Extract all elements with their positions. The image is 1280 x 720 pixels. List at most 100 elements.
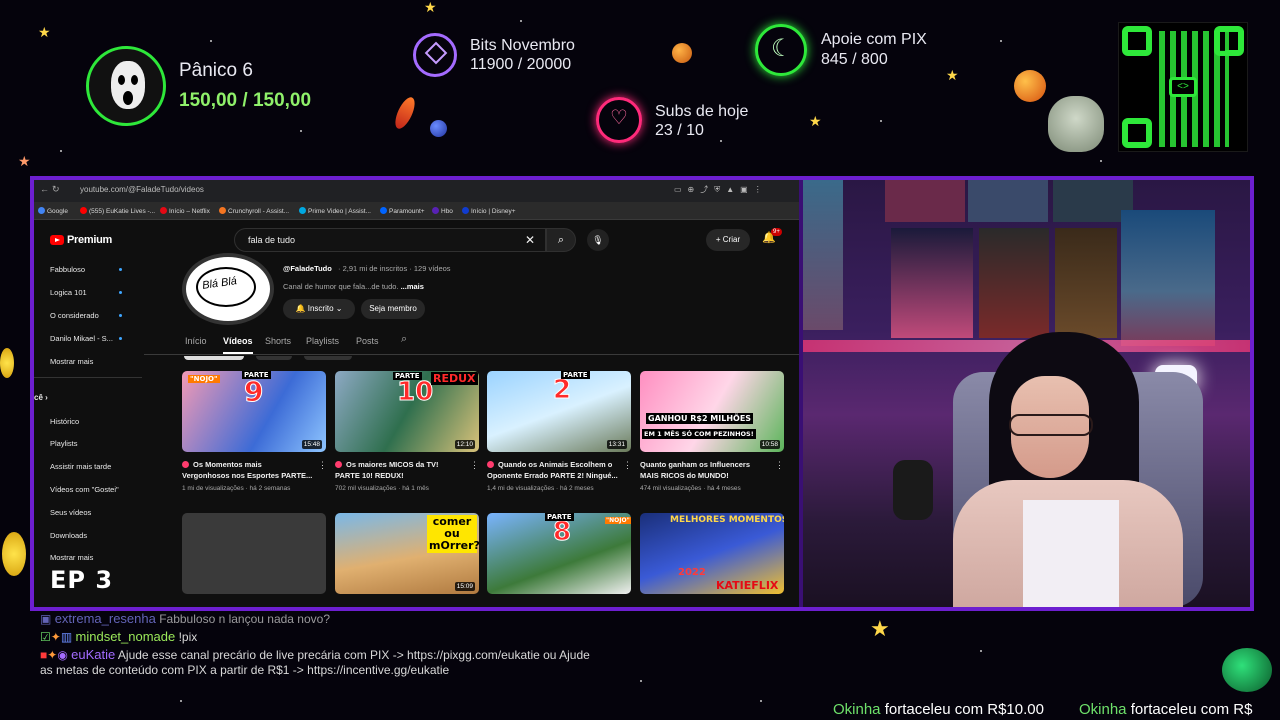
video-thumbnail[interactable]: GANHOU R$2 MILHÕES EM 1 MÊS SÓ COM PEZIN…	[640, 371, 784, 452]
create-button[interactable]: + Criar	[706, 229, 750, 251]
browser-window: ← ↻ youtube.com/@FaladeTudo/videos ▭⊕⤴⛨▲…	[34, 180, 799, 607]
sidebar-item-sub[interactable]: Danilo Mikael - S...	[50, 334, 113, 343]
more-icon[interactable]: ⋮	[470, 460, 479, 471]
subscribed-button[interactable]: 🔔 Inscrito ⌄	[283, 299, 355, 319]
sidebar-item-history[interactable]: Histórico	[50, 417, 79, 426]
bookmark-item[interactable]: Paramount+	[380, 207, 425, 215]
episode-label: EP 3	[50, 566, 114, 594]
bookmark-item[interactable]: Google	[38, 207, 68, 215]
reload-icon[interactable]: ↻	[52, 184, 60, 195]
bookmark-item[interactable]: Prime Video | Assist...	[299, 207, 371, 215]
channel-handle: @FaladeTudo	[283, 264, 332, 273]
join-button[interactable]: Seja membro	[361, 299, 425, 319]
video-thumbnail[interactable]: 10 PARTE REDUX 12:10	[335, 371, 479, 452]
sidebar-item-playlists[interactable]: Playlists	[50, 439, 78, 448]
search-button[interactable]: ⌕	[546, 228, 576, 252]
chat-badges: ▣	[40, 612, 52, 626]
tab-home[interactable]: Início	[185, 336, 207, 346]
planet-icon	[2, 532, 26, 576]
video-title[interactable]: Os maiores MICOS da TV! PARTE 10! REDUX!	[335, 459, 475, 481]
chat-text: !pix	[178, 630, 198, 644]
bookmark-item[interactable]: Início | Disney+	[462, 207, 516, 215]
bookmark-item[interactable]: Início – Netflix	[160, 207, 210, 215]
more-icon[interactable]: ⋮	[623, 460, 632, 471]
planet-icon	[672, 43, 692, 63]
search-input[interactable]: fala de tudo ✕	[234, 228, 546, 252]
tab-videos[interactable]: Vídeos	[223, 336, 253, 346]
pix-value: 845 / 800	[821, 51, 888, 68]
channel-avatar[interactable]: Blá Blá	[182, 253, 274, 325]
sidebar-show-more[interactable]: Mostrar mais	[50, 553, 93, 562]
extension-icons[interactable]: ▭⊕⤴⛨▲▣⋮	[674, 184, 768, 195]
video-thumbnail[interactable]: 9 PARTE "NOJO" 15:48	[182, 371, 326, 452]
video-title[interactable]: Quanto ganham os Influencers MAIS RICOS d…	[640, 459, 780, 481]
star-icon: ★	[18, 153, 31, 169]
youtube-logo[interactable]: Premium	[50, 234, 112, 246]
planet-icon	[1014, 70, 1046, 102]
bookmarks-bar: Google (555) EuKatie Lives -... Início –…	[34, 202, 799, 220]
clear-search-icon[interactable]: ✕	[525, 233, 535, 247]
mic-icon[interactable]: 🎙	[587, 229, 609, 251]
video-thumbnail[interactable]: 2 PARTE 13:31	[487, 371, 631, 452]
chat-username[interactable]: extrema_resenha	[55, 611, 156, 626]
subs-title: Subs de hoje	[655, 103, 749, 120]
donation-ticker: Okinha fortaceleu com R$10.00	[833, 701, 1044, 718]
live-dot	[119, 337, 122, 340]
video-thumbnail[interactable]: 8 PARTE "NOJO"	[487, 513, 631, 594]
heart-icon: ♡	[596, 97, 642, 143]
live-icon	[487, 461, 494, 468]
sidebar-item-sub[interactable]: O considerado	[50, 311, 99, 320]
filter-chips[interactable]	[184, 356, 364, 360]
live-icon	[335, 461, 342, 468]
tab-posts[interactable]: Posts	[356, 336, 379, 346]
chat-text: Ajude esse canal precário de live precár…	[117, 648, 590, 662]
video-title[interactable]: Quando os Animais Escolhem o Oponente Err…	[487, 459, 627, 481]
video-meta: 474 mil visualizações · há 4 meses	[640, 485, 741, 492]
channel-search-icon[interactable]: ⌕	[401, 333, 407, 346]
tab-playlists[interactable]: Playlists	[306, 336, 339, 346]
tab-shorts[interactable]: Shorts	[265, 336, 291, 346]
chat-username[interactable]: mindset_nomade	[76, 629, 176, 644]
ticker-text: fortaceleu com R$	[1130, 701, 1253, 718]
chat-message: ▣ extrema_resenha Fabbuloso n lançou nad…	[40, 611, 330, 626]
video-thumbnail[interactable]: comer ou mOrrer? 15:09	[335, 513, 479, 594]
chat-username[interactable]: euKatie	[71, 647, 115, 662]
star-icon: ★	[424, 0, 437, 15]
back-icon[interactable]: ←	[40, 184, 49, 194]
sidebar-show-more[interactable]: Mostrar mais	[50, 357, 93, 366]
yoda-figure	[1048, 96, 1104, 152]
poster	[891, 228, 973, 338]
video-thumbnail[interactable]	[182, 513, 326, 594]
address-bar[interactable]: ← ↻ youtube.com/@FaladeTudo/videos ▭⊕⤴⛨▲…	[34, 180, 799, 202]
more-icon[interactable]: ⋮	[318, 460, 327, 471]
url-text[interactable]: youtube.com/@FaladeTudo/videos	[80, 185, 204, 194]
sidebar-item-sub[interactable]: Logica 101	[50, 288, 87, 297]
video-title[interactable]: Os Momentos mais Vergonhosos nos Esportes…	[182, 459, 322, 481]
sidebar-item-downloads[interactable]: Downloads	[50, 531, 87, 540]
sidebar-item-watch-later[interactable]: Assistir mais tarde	[50, 462, 111, 471]
sidebar-item-your-videos[interactable]: Seus vídeos	[50, 508, 91, 517]
qr-code[interactable]: <>	[1118, 22, 1248, 152]
ticker-username: Okinha	[833, 701, 881, 718]
chat-text: Fabbuloso n lançou nada novo?	[159, 612, 331, 626]
channel-description[interactable]: Canal de humor que fala...de tudo. ...ma…	[283, 282, 424, 291]
bookmark-item[interactable]: Crunchyroll - Assist...	[219, 207, 289, 215]
sidebar-item-liked[interactable]: Vídeos com "Gostei"	[50, 485, 119, 494]
chat-message: ☑✦▥ mindset_nomade !pix	[40, 629, 198, 644]
donation-ticker: Okinha fortaceleu com R$	[1079, 701, 1252, 718]
more-icon[interactable]: ⋮	[775, 460, 784, 471]
channel-meta: · 2,91 mi de inscritos · 129 vídeos	[338, 264, 451, 273]
planet-icon	[430, 120, 447, 137]
sidebar-you-header[interactable]: cê ›	[34, 393, 48, 402]
live-icon	[182, 461, 189, 468]
bookmark-item[interactable]: Hbo	[432, 207, 453, 215]
poster	[1121, 210, 1215, 346]
bookmark-item[interactable]: (555) EuKatie Lives -...	[80, 207, 155, 215]
bits-title: Bits Novembro	[470, 37, 575, 54]
video-meta: 1,4 mi de visualizações · há 2 meses	[487, 485, 594, 492]
live-dot	[119, 268, 122, 271]
sidebar-item-sub[interactable]: Fabbuloso	[50, 265, 85, 274]
video-thumbnail[interactable]: MELHORES MOMENTOS 2022 KATIEFLIX	[640, 513, 784, 594]
subs-value: 23 / 10	[655, 122, 704, 139]
webcam-feed	[803, 180, 1250, 607]
